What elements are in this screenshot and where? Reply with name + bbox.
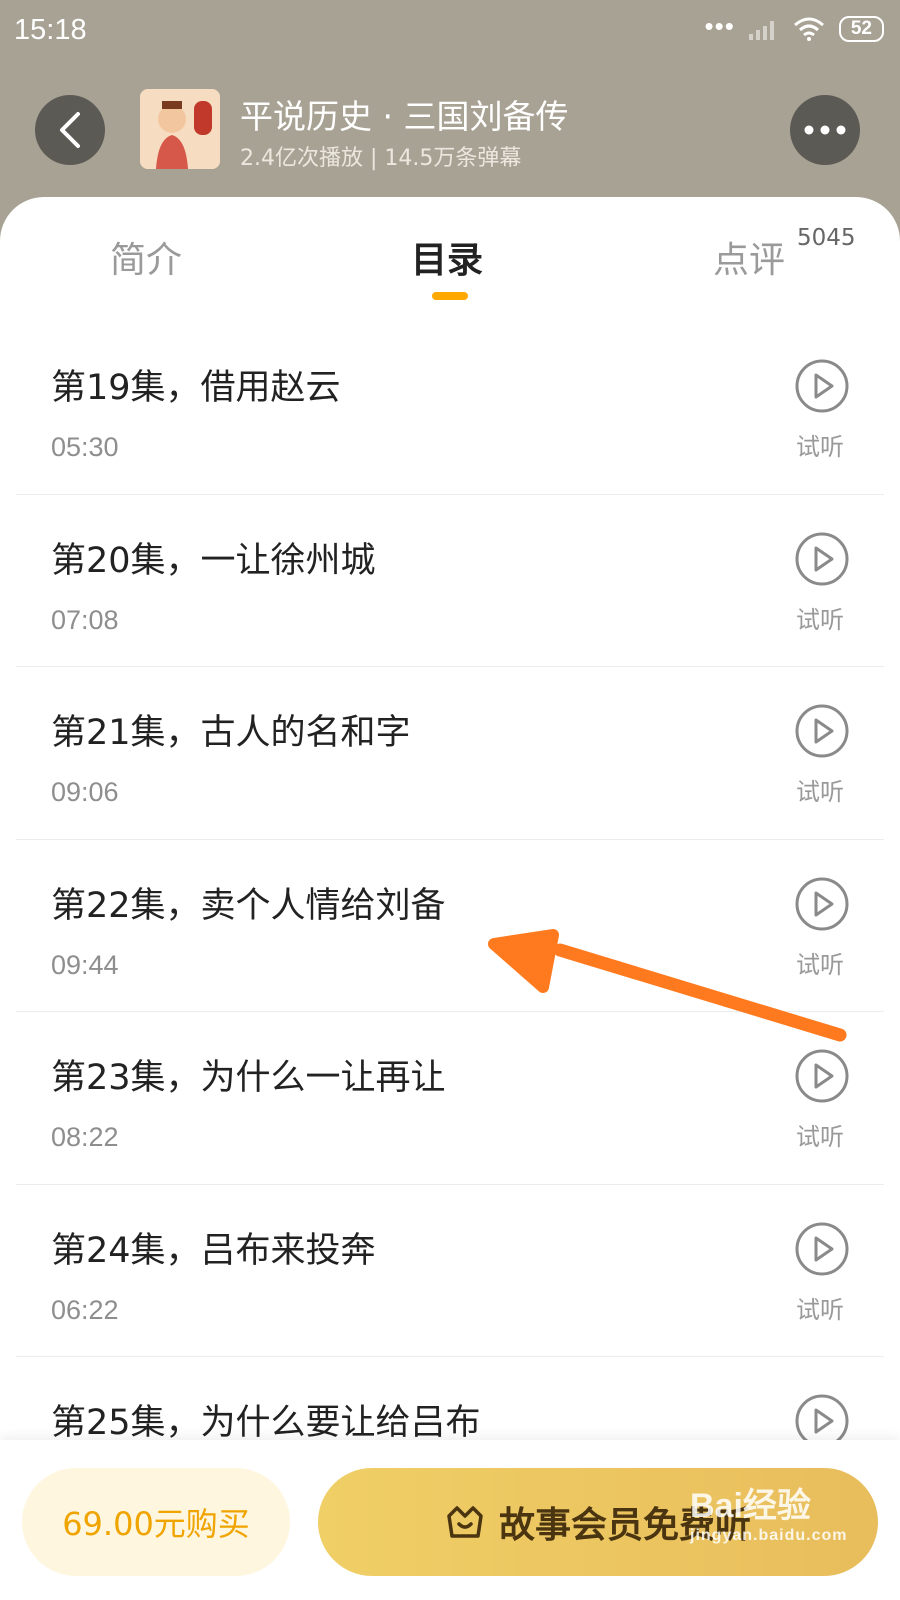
episode-duration: 09:06 bbox=[51, 777, 119, 807]
play-icon[interactable] bbox=[794, 703, 850, 759]
play-icon[interactable] bbox=[794, 1048, 850, 1104]
episode-list[interactable]: 第19集，借用赵云 05:30 试听 第20集，一让徐州城 07:08 试听 第… bbox=[16, 322, 884, 1530]
episode-title: 第21集，古人的名和字 bbox=[51, 713, 411, 753]
buy-button[interactable]: 69.00元购买 bbox=[22, 1468, 290, 1576]
episode-row[interactable]: 第20集，一让徐州城 07:08 试听 bbox=[16, 495, 884, 667]
status-bar: 15:18 ••• 52 bbox=[0, 0, 900, 62]
more-button[interactable] bbox=[790, 95, 860, 165]
episode-title: 第23集，为什么一让再让 bbox=[51, 1058, 446, 1098]
status-icons: ••• 52 bbox=[704, 11, 884, 42]
tab-active-indicator bbox=[432, 292, 468, 300]
episode-title: 第25集，为什么要让给吕布 bbox=[51, 1403, 481, 1443]
back-button[interactable] bbox=[35, 95, 105, 165]
episode-title: 第19集，借用赵云 bbox=[51, 368, 341, 408]
review-count-badge: 5045 bbox=[797, 225, 856, 251]
album-title: 平说历史 · 三国刘备传 bbox=[240, 97, 569, 136]
episode-duration: 08:22 bbox=[51, 1122, 119, 1152]
episode-duration: 06:22 bbox=[51, 1294, 119, 1325]
member-listen-button[interactable]: 故事会员免费听 bbox=[318, 1468, 878, 1576]
wifi-icon bbox=[793, 17, 824, 41]
episode-duration: 05:30 bbox=[51, 432, 119, 462]
episode-title: 第24集，吕布来投奔 bbox=[51, 1230, 376, 1271]
preview-label[interactable]: 试听 bbox=[796, 600, 844, 635]
episode-row[interactable]: 第19集，借用赵云 05:30 试听 bbox=[16, 322, 884, 495]
tab-catalog[interactable]: 目录 bbox=[411, 231, 483, 283]
crown-basket-icon bbox=[447, 1506, 483, 1538]
episode-row[interactable]: 第21集，古人的名和字 09:06 试听 bbox=[16, 667, 884, 840]
header: 平说历史 · 三国刘备传 2.4亿次播放 | 14.5万条弹幕 bbox=[0, 62, 900, 202]
content-sheet: 简介 目录 点评 5045 第19集，借用赵云 05:30 试听 第20集，一让… bbox=[0, 197, 900, 1600]
episode-title: 第22集，卖个人情给刘备 bbox=[51, 885, 446, 926]
episode-duration: 07:08 bbox=[51, 604, 119, 635]
episode-title: 第20集，一让徐州城 bbox=[51, 540, 376, 581]
status-time: 15:18 bbox=[14, 14, 87, 46]
play-icon[interactable] bbox=[794, 531, 850, 587]
preview-label[interactable]: 试听 bbox=[796, 1117, 844, 1152]
tab-intro[interactable]: 简介 bbox=[110, 231, 182, 283]
album-cover-art bbox=[140, 89, 220, 169]
cell-signal-icon bbox=[748, 21, 774, 40]
preview-label[interactable]: 试听 bbox=[796, 772, 844, 807]
bottom-action-bar: 69.00元购买 故事会员免费听 bbox=[0, 1440, 900, 1600]
episode-row[interactable]: 第22集，卖个人情给刘备 09:44 试听 bbox=[16, 840, 884, 1012]
tab-bar: 简介 目录 点评 5045 bbox=[0, 197, 900, 307]
episode-duration: 09:44 bbox=[51, 949, 119, 980]
battery-icon: 52 bbox=[838, 16, 884, 42]
more-horizontal-icon bbox=[804, 125, 846, 135]
preview-label[interactable]: 试听 bbox=[796, 1290, 844, 1325]
album-cover[interactable] bbox=[140, 89, 220, 169]
play-icon[interactable] bbox=[794, 876, 850, 932]
tab-review[interactable]: 点评 bbox=[713, 231, 785, 283]
play-icon[interactable] bbox=[794, 1221, 850, 1277]
album-stats: 2.4亿次播放 | 14.5万条弹幕 bbox=[240, 146, 522, 171]
preview-label[interactable]: 试听 bbox=[796, 945, 844, 980]
play-icon[interactable] bbox=[794, 358, 850, 414]
episode-row[interactable]: 第24集，吕布来投奔 06:22 试听 bbox=[16, 1185, 884, 1357]
episode-row[interactable]: 第23集，为什么一让再让 08:22 试听 bbox=[16, 1012, 884, 1185]
preview-label[interactable]: 试听 bbox=[796, 427, 844, 462]
chevron-left-icon bbox=[60, 112, 80, 148]
more-dots-indicator: ••• bbox=[704, 11, 735, 41]
member-listen-label: 故事会员免费听 bbox=[498, 1505, 751, 1546]
